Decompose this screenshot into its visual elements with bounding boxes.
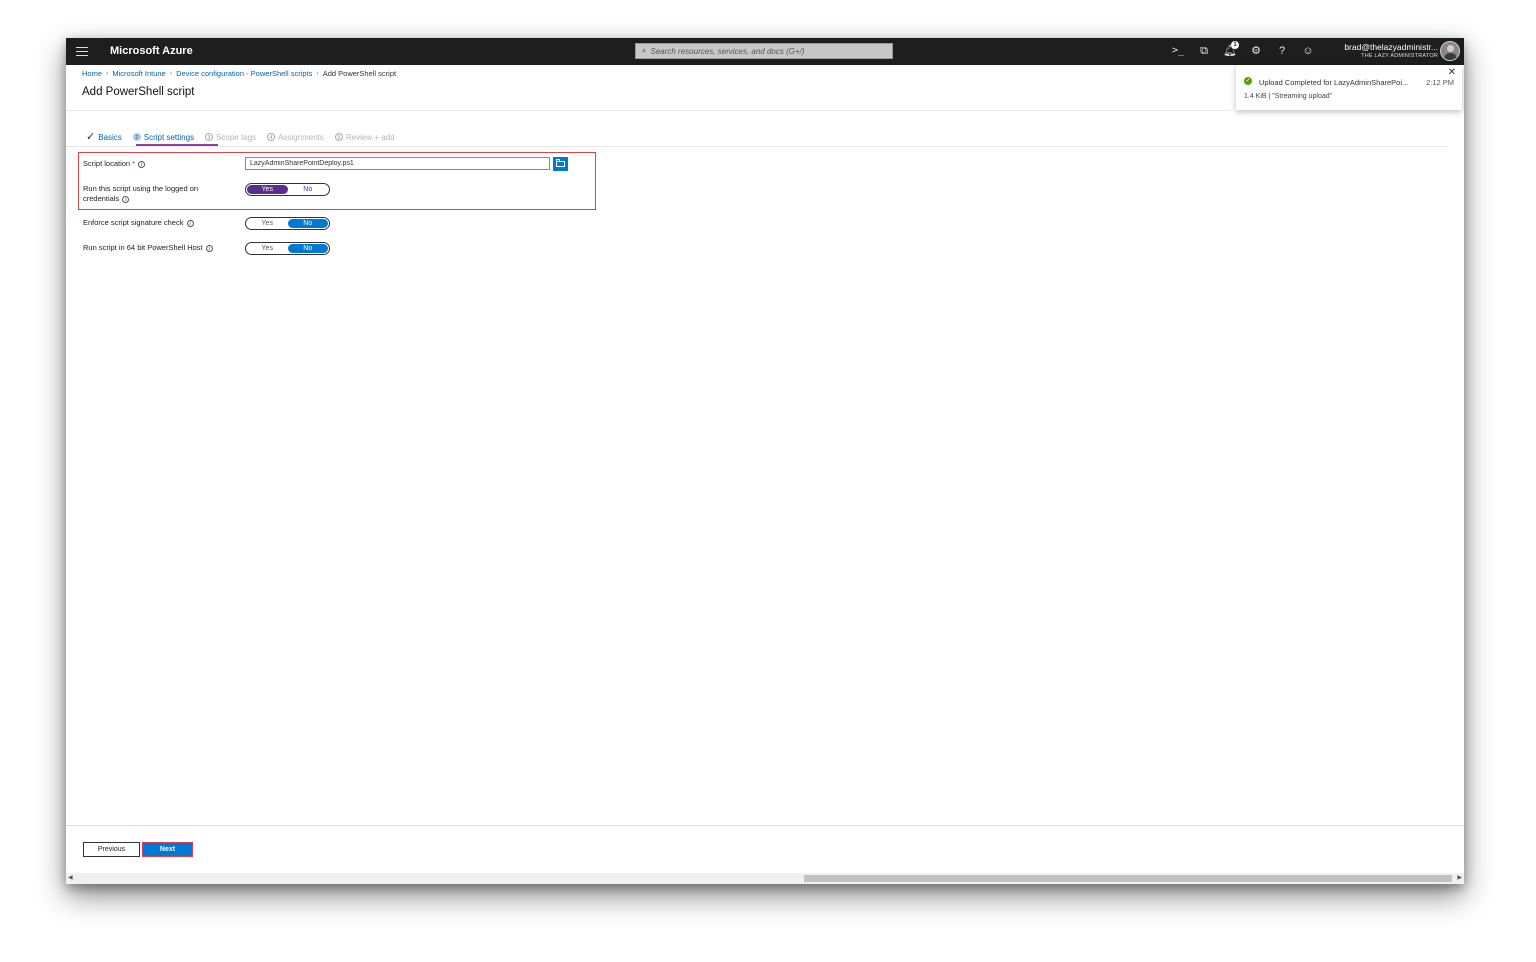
tab-review-add[interactable]: 5 Review + add [334, 130, 395, 144]
top-bar: Microsoft Azure ⌕ >_ ⧉ 🔔︎1 ⚙ ? ☺ brad@th… [66, 38, 1464, 65]
tab-script-settings[interactable]: 2 Script settings [132, 130, 195, 144]
next-button[interactable]: Next [142, 842, 193, 857]
run-64bit-label: Run script in 64 bit PowerShell Host i [83, 243, 213, 253]
upload-toast: ✓ Upload Completed for LazyAdminSharePoi… [1236, 65, 1462, 110]
script-location-label: Script location * i [83, 159, 146, 169]
label-text: Enforce script signature check [83, 218, 184, 227]
tab-scope-tags[interactable]: 3 Scope tags [205, 130, 256, 144]
signature-check-toggle[interactable]: Yes No [245, 217, 330, 230]
signature-check-label: Enforce script signature check i [83, 218, 194, 228]
breadcrumb-powershell-scripts[interactable]: Device configuration - PowerShell script… [176, 69, 312, 78]
checkmark-icon: ✓ [86, 131, 96, 143]
close-icon[interactable]: ✕ [1448, 68, 1456, 78]
azure-portal-window: Microsoft Azure ⌕ >_ ⧉ 🔔︎1 ⚙ ? ☺ brad@th… [66, 38, 1464, 884]
user-tenant: THE LAZY ADMINISTRATOR [1361, 53, 1438, 59]
divider [66, 825, 1464, 826]
success-check-icon: ✓ [1244, 77, 1252, 85]
toast-detail: 1.4 KiB | "Streaming upload" [1244, 93, 1333, 100]
tab-assignments[interactable]: 4 Assignments [267, 130, 324, 144]
toggle-no[interactable]: No [287, 244, 328, 253]
label-text: Run this script using the logged on [83, 184, 199, 193]
chevron-right-icon: › [169, 70, 173, 77]
avatar[interactable] [1440, 41, 1460, 61]
toast-message: Upload Completed for LazyAdminSharePoi..… [1259, 78, 1409, 87]
cloud-shell-icon[interactable]: >_ [1170, 43, 1186, 59]
breadcrumb-intune[interactable]: Microsoft Intune [112, 69, 165, 78]
divider [66, 146, 1448, 147]
settings-icon[interactable]: ⚙ [1248, 43, 1264, 59]
search-box[interactable]: ⌕ [635, 43, 893, 59]
notification-badge: 1 [1231, 41, 1239, 49]
tab-label: Basics [98, 132, 122, 142]
directory-filter-icon[interactable]: ⧉ [1196, 43, 1212, 59]
feedback-icon[interactable]: ☺ [1300, 43, 1316, 59]
divider [66, 110, 1231, 111]
breadcrumb-home[interactable]: Home [82, 69, 102, 78]
search-input[interactable] [650, 46, 881, 56]
info-icon[interactable]: i [138, 160, 146, 168]
search-icon: ⌕ [642, 46, 647, 55]
tab-label: Script settings [143, 132, 195, 142]
info-icon[interactable]: i [122, 195, 130, 203]
browse-folder-icon[interactable] [553, 157, 568, 171]
run-logged-on-label: Run this script using the logged on cred… [83, 184, 198, 204]
hamburger-menu-icon[interactable] [76, 44, 88, 58]
previous-button[interactable]: Previous [83, 842, 140, 857]
tab-label: Assignments [278, 132, 324, 142]
tab-label: Review + add [345, 132, 395, 142]
toast-time: 2:12 PM [1426, 78, 1454, 87]
step-number: 4 [267, 133, 276, 141]
step-number: 2 [132, 133, 141, 141]
run-64bit-toggle[interactable]: Yes No [245, 242, 330, 255]
label-text: Run script in 64 bit PowerShell Host [83, 243, 203, 252]
scroll-left-icon[interactable]: ◀ [68, 874, 73, 881]
toggle-no[interactable]: No [287, 219, 328, 228]
label-text: Script location [83, 159, 131, 168]
horizontal-scrollbar[interactable]: ◀ ▶ [66, 873, 1464, 884]
info-icon[interactable]: i [205, 244, 213, 252]
chevron-right-icon: › [106, 70, 109, 77]
toggle-no[interactable]: No [288, 185, 329, 194]
user-account[interactable]: brad@thelazyadministr... THE LAZY ADMINI… [1344, 42, 1438, 59]
script-location-input[interactable] [245, 157, 550, 170]
wizard-tabs: ✓ Basics 2 Script settings 3 Scope tags … [86, 130, 406, 144]
toggle-yes[interactable]: Yes [247, 219, 288, 228]
step-number: 3 [205, 133, 214, 141]
tab-basics[interactable]: ✓ Basics [86, 130, 122, 144]
breadcrumb-current: Add PowerShell script [322, 69, 397, 78]
info-icon[interactable]: i [186, 219, 194, 227]
label-text: credentials [83, 194, 120, 203]
scroll-right-icon[interactable]: ▶ [1457, 874, 1462, 881]
help-icon[interactable]: ? [1274, 43, 1290, 59]
required-marker: * [132, 159, 136, 168]
toggle-yes[interactable]: Yes [247, 185, 288, 194]
run-logged-on-toggle[interactable]: Yes No [245, 183, 330, 196]
brand-title[interactable]: Microsoft Azure [110, 45, 193, 57]
tab-label: Scope tags [216, 132, 257, 142]
user-email: brad@thelazyadministr... [1344, 42, 1438, 52]
notifications-icon[interactable]: 🔔︎ 1 [1222, 41, 1239, 59]
step-number: 5 [334, 133, 343, 141]
scrollbar-thumb[interactable] [804, 875, 1452, 882]
page-title: Add PowerShell script [82, 86, 195, 98]
chevron-right-icon: › [316, 70, 319, 77]
breadcrumb: Home › Microsoft Intune › Device configu… [82, 69, 396, 78]
toggle-yes[interactable]: Yes [247, 244, 288, 253]
